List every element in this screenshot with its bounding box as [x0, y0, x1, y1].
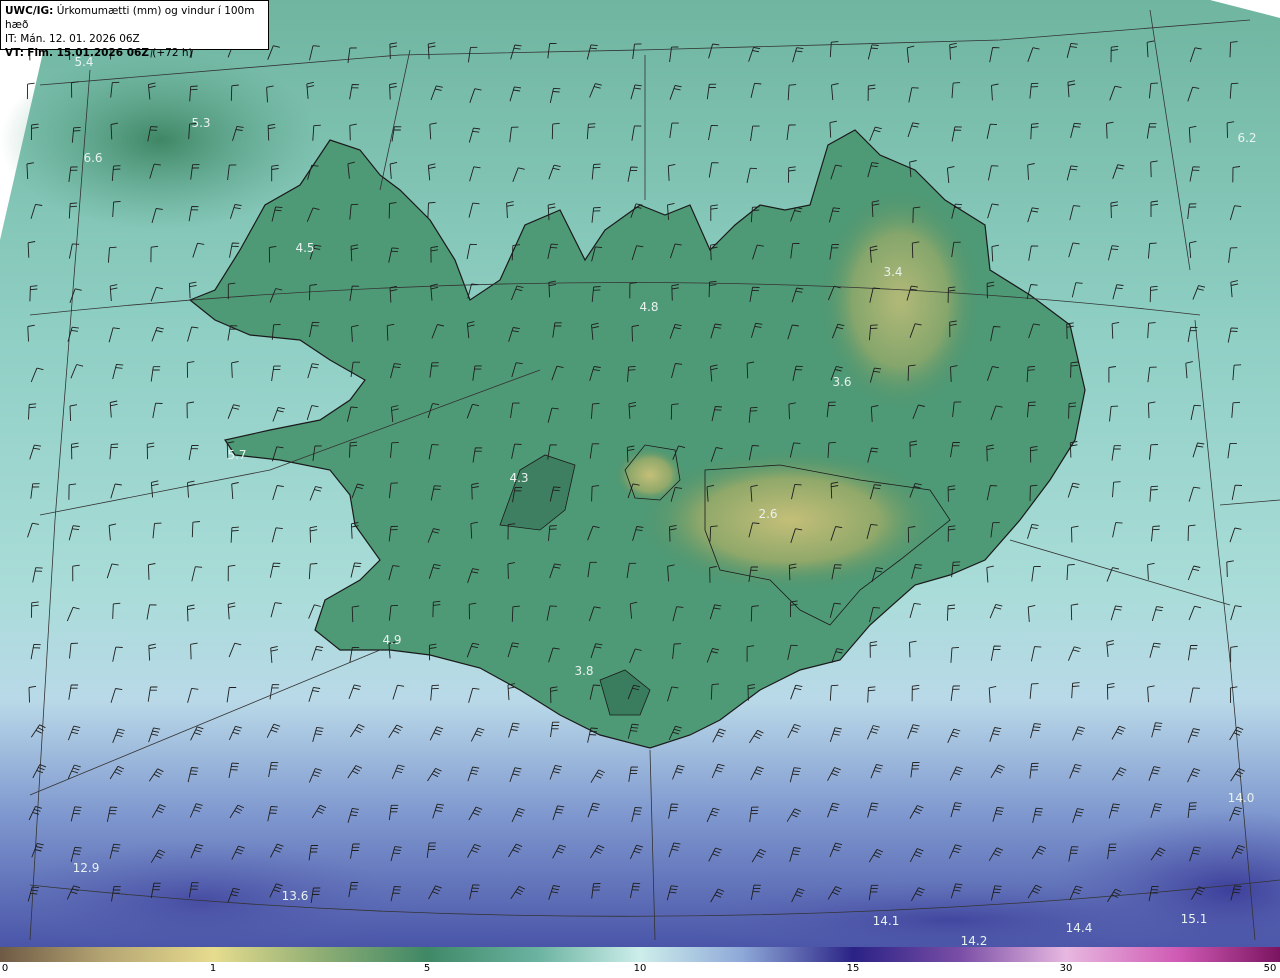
colorbar-tick: 1 [209, 963, 217, 974]
colorbar-tick: 30 [1059, 963, 1073, 974]
value-label: 4.9 [382, 633, 401, 647]
colorbar-tick: 10 [633, 963, 647, 974]
value-label: 14.2 [961, 934, 988, 947]
precipitable-water-map: 5.4 5.3 6.6 4.5 6.2 3.4 4.8 3.6 5.7 4.3 … [0, 0, 1280, 947]
colorbar-tick: 15 [846, 963, 860, 974]
product-label: UWC/IG: [5, 5, 54, 17]
colorbar-tick: 5 [423, 963, 431, 974]
value-label: 4.3 [509, 471, 528, 485]
colorbar-tick: 0 [1, 963, 9, 974]
value-label: 5.7 [227, 448, 246, 462]
lead-time: (+72 h) [152, 47, 193, 59]
value-label: 13.6 [282, 889, 309, 903]
value-label: 12.9 [73, 861, 100, 875]
value-label: 3.8 [574, 664, 593, 678]
value-label: 6.6 [83, 151, 102, 165]
value-label: 6.2 [1237, 131, 1256, 145]
valid-prefix: VT: [5, 47, 24, 59]
init-time: IT: Mán. 12. 01. 2026 06Z [5, 33, 140, 45]
value-label: 2.6 [758, 507, 777, 521]
valid-time: Fim. 15.01.2026 06Z [27, 47, 149, 59]
map-figure: 5.4 5.3 6.6 4.5 6.2 3.4 4.8 3.6 5.7 4.3 … [0, 0, 1280, 978]
value-label: 14.1 [873, 914, 900, 928]
value-label: 3.4 [883, 265, 902, 279]
colorbar: 0 1 5 10 15 30 50 [0, 947, 1280, 978]
value-label: 15.1 [1181, 912, 1208, 926]
value-label: 3.6 [832, 375, 851, 389]
title-box: UWC/IG: Úrkomumætti (mm) og vindur í 100… [0, 0, 269, 59]
value-label: 4.8 [639, 300, 658, 314]
value-label: 14.0 [1228, 791, 1255, 805]
value-label: 4.5 [295, 241, 314, 255]
colorbar-strip [0, 947, 1280, 962]
value-label: 5.3 [191, 116, 210, 130]
colorbar-tick: 50 [1263, 963, 1277, 974]
value-label: 14.4 [1066, 921, 1093, 935]
